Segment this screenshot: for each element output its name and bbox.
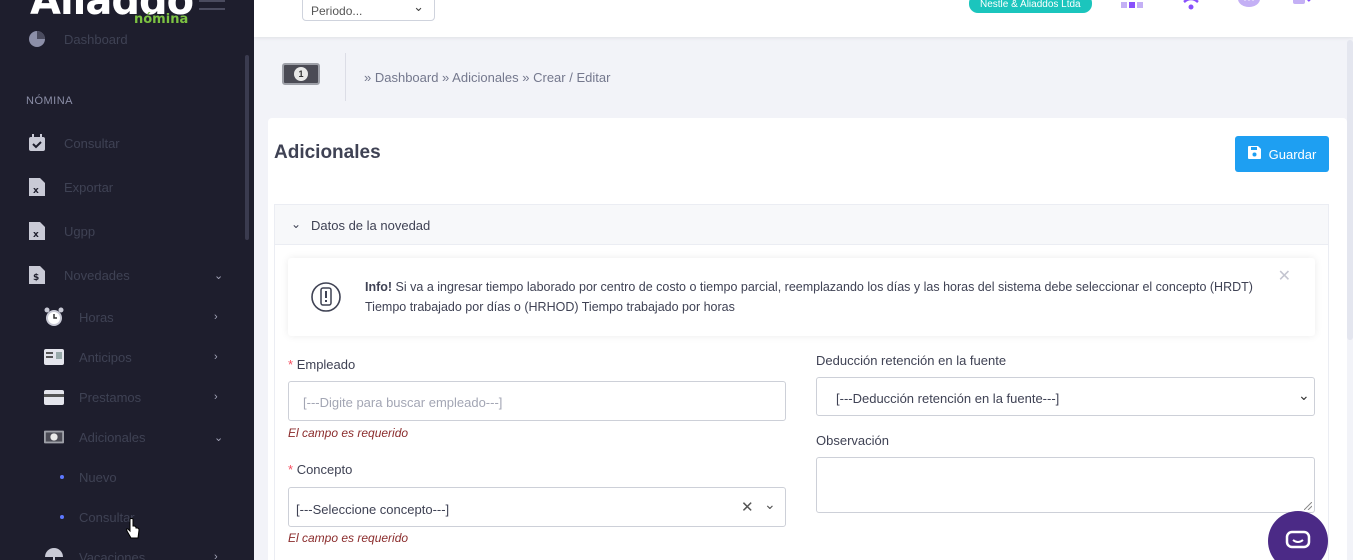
sidebar-item-vacaciones[interactable]: Vacaciones › xyxy=(0,545,240,560)
sidebar-scrollbar[interactable] xyxy=(245,55,249,240)
calendar-check-icon xyxy=(28,134,46,152)
dollar-file-icon: $ xyxy=(28,266,46,284)
excel-file-icon: x xyxy=(28,178,46,196)
chevron-right-icon: › xyxy=(214,551,218,560)
concepto-error: El campo es requerido xyxy=(288,531,409,545)
page-title: Adicionales xyxy=(274,142,381,163)
sidebar: Aliaddo nómina Dashboard NÓMINA Consulta… xyxy=(0,0,254,560)
concepto-select[interactable]: [---Seleccione concepto---] ✕ ⌄ xyxy=(288,487,786,527)
sidebar-section-title: NÓMINA xyxy=(26,95,73,107)
sidebar-item-label: Prestamos xyxy=(79,389,142,405)
concepto-select-value: [---Seleccione concepto---] xyxy=(296,502,450,517)
info-alert: Info! Si va a ingresar tiempo laborado p… xyxy=(288,258,1315,336)
apps-grid-icon[interactable] xyxy=(1119,0,1145,14)
empleado-placeholder: [---Digite para buscar empleado---] xyxy=(303,395,503,410)
chevron-down-icon: ⌄ xyxy=(214,269,224,282)
sidebar-item-label: Vacaciones xyxy=(79,549,146,560)
required-mark: * xyxy=(288,357,294,372)
empleado-error: El campo es requerido xyxy=(288,426,409,440)
sidebar-item-nuevo[interactable]: Nuevo xyxy=(0,465,240,489)
chevron-down-icon: ⌄ xyxy=(1298,387,1310,403)
wifi-icon[interactable] xyxy=(1178,0,1204,14)
sidebar-item-novedades[interactable]: $ Novedades ⌄ xyxy=(0,263,240,287)
sidebar-item-adicionales[interactable]: Adicionales ⌄ xyxy=(0,425,240,449)
sidebar-item-label: Adicionales xyxy=(79,429,146,445)
menu-toggle-icon[interactable] xyxy=(199,0,225,12)
empleado-label: * Empleado xyxy=(288,357,355,372)
sidebar-item-label: Dashboard xyxy=(64,31,128,47)
sidebar-item-label: Consultar xyxy=(64,135,120,151)
deduccion-select[interactable]: [---Deducción retención en la fuente---]… xyxy=(816,377,1315,416)
novedad-panel-header[interactable]: ⌄ Datos de la novedad xyxy=(274,204,1329,245)
close-icon[interactable]: ✕ xyxy=(1278,266,1291,286)
chat-bubble-icon[interactable] xyxy=(1236,0,1262,14)
periodo-select-value: Periodo... xyxy=(311,4,363,18)
sidebar-item-label: Exportar xyxy=(64,179,114,195)
logout-icon[interactable] xyxy=(1290,0,1316,14)
sidebar-item-consultar[interactable]: Consultar xyxy=(0,131,240,155)
save-button[interactable]: Guardar xyxy=(1235,136,1329,172)
money-icon xyxy=(44,428,64,446)
excel-file-icon: x xyxy=(28,222,46,240)
chevron-down-icon: ⌄ xyxy=(413,0,424,14)
sidebar-item-dashboard[interactable]: Dashboard xyxy=(0,27,240,51)
chevron-down-icon: ⌄ xyxy=(291,217,302,231)
sidebar-item-prestamos[interactable]: Prestamos › xyxy=(0,385,240,409)
info-shield-icon xyxy=(310,281,342,313)
svg-text:$: $ xyxy=(33,273,39,283)
sidebar-item-exportar[interactable]: x Exportar xyxy=(0,175,240,199)
resize-handle-icon[interactable] xyxy=(1304,502,1312,510)
concepto-label: * Concepto xyxy=(288,462,352,477)
subheader-divider xyxy=(345,53,346,101)
svg-text:x: x xyxy=(33,230,39,240)
pie-chart-icon xyxy=(28,30,46,48)
chevron-down-icon[interactable]: ⌄ xyxy=(764,496,776,513)
info-message: Info! Si va a ingresar tiempo laborado p… xyxy=(365,277,1265,317)
sidebar-item-label: Horas xyxy=(79,309,114,325)
sidebar-item-anticipos[interactable]: Anticipos › xyxy=(0,345,240,369)
save-button-label: Guardar xyxy=(1268,146,1317,162)
page-scrollbar[interactable] xyxy=(1347,40,1353,340)
empleado-label-text: Empleado xyxy=(296,357,356,372)
umbrella-icon xyxy=(44,548,64,560)
chevron-right-icon: › xyxy=(214,391,218,403)
info-title: Info! xyxy=(365,280,393,294)
deduccion-label: Deducción retención en la fuente xyxy=(816,353,1007,368)
chat-icon xyxy=(1285,530,1311,549)
alarm-clock-icon xyxy=(44,307,64,326)
floppy-disk-icon xyxy=(1247,146,1261,162)
chevron-right-icon: › xyxy=(214,311,218,323)
info-text: Si va a ingresar tiempo laborado por cen… xyxy=(365,280,1253,314)
credit-card-icon xyxy=(44,388,64,406)
concepto-label-text: Concepto xyxy=(296,462,353,477)
deduccion-select-value: [---Deducción retención en la fuente---] xyxy=(836,391,1060,406)
sidebar-item-consultar-adicionales[interactable]: Consultar xyxy=(0,505,240,529)
sidebar-item-ugpp[interactable]: x Ugpp xyxy=(0,219,240,243)
chevron-right-icon: › xyxy=(214,351,218,363)
sidebar-item-horas[interactable]: Horas › xyxy=(0,305,240,329)
top-header: Periodo... ⌄ Nestle & Aliaddos Ltda xyxy=(254,0,1353,37)
chevron-down-icon: ⌄ xyxy=(214,431,224,444)
empleado-search-input[interactable]: [---Digite para buscar empleado---] xyxy=(288,381,786,421)
id-card-icon xyxy=(44,348,64,366)
mouse-cursor-icon xyxy=(125,518,141,545)
svg-text:x: x xyxy=(33,186,39,196)
app-logo-subtitle: nómina xyxy=(134,12,189,27)
panel-title: Datos de la novedad xyxy=(311,218,431,233)
sidebar-item-label: Anticipos xyxy=(79,349,132,365)
sidebar-item-label: Nuevo xyxy=(79,469,117,485)
sidebar-item-label: Ugpp xyxy=(64,223,96,239)
breadcrumb[interactable]: » Dashboard » Adicionales » Crear / Edit… xyxy=(364,70,610,85)
observacion-label: Observación xyxy=(816,433,889,448)
clear-icon[interactable]: ✕ xyxy=(741,498,754,516)
observacion-textarea[interactable] xyxy=(816,457,1315,513)
periodo-select[interactable]: Periodo... ⌄ xyxy=(302,0,435,21)
company-badge[interactable]: Nestle & Aliaddos Ltda xyxy=(969,0,1092,13)
required-mark: * xyxy=(288,462,294,477)
sidebar-item-label: Novedades xyxy=(64,267,130,283)
money-icon: 1 xyxy=(282,63,320,85)
